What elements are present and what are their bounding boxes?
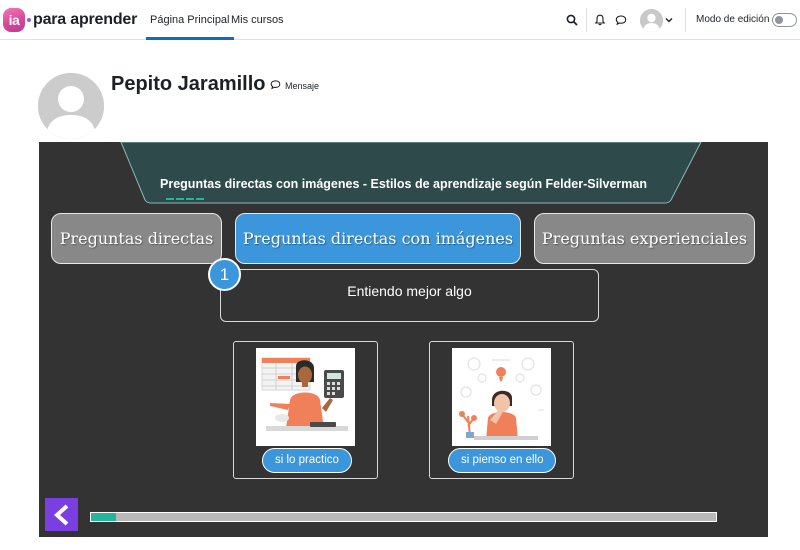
question-number-badge: 1 bbox=[208, 258, 241, 291]
top-navbar: ia para aprender Página Principal Mis cu… bbox=[0, 0, 800, 40]
woman-calculator-illustration bbox=[256, 348, 355, 446]
nav-divider bbox=[685, 8, 686, 32]
message-label: Mensaje bbox=[285, 80, 320, 91]
option-button-think[interactable]: si pienso en ello bbox=[448, 448, 557, 473]
tab-experiential-questions[interactable]: Preguntas experienciales bbox=[534, 213, 755, 264]
question-box: Entiendo mejor algo bbox=[220, 269, 599, 322]
title-underline bbox=[166, 198, 204, 200]
option-card[interactable]: si pienso en ello bbox=[429, 341, 574, 479]
option-card[interactable]: si lo practico bbox=[233, 341, 378, 479]
back-button[interactable] bbox=[45, 498, 78, 531]
search-icon[interactable] bbox=[564, 12, 580, 28]
message-link[interactable]: Mensaje bbox=[270, 79, 319, 92]
nav-home-link[interactable]: Página Principal bbox=[146, 0, 234, 40]
chat-icon bbox=[270, 79, 281, 92]
logo-dot bbox=[27, 18, 31, 22]
site-logo[interactable]: ia para aprender bbox=[3, 7, 137, 33]
edit-mode-label: Modo de edición bbox=[696, 14, 770, 25]
nav-my-courses-link[interactable]: Mis cursos bbox=[231, 0, 284, 40]
activity-title: Preguntas directas con imágenes - Estilo… bbox=[160, 177, 647, 191]
profile-avatar bbox=[38, 73, 104, 139]
chevron-down-icon[interactable] bbox=[664, 12, 674, 28]
logo-badge: ia bbox=[3, 8, 25, 32]
chat-icon[interactable] bbox=[613, 12, 629, 28]
logo-text: para aprender bbox=[33, 11, 138, 28]
bell-icon[interactable] bbox=[592, 12, 608, 28]
profile-name: Pepito Jaramillo bbox=[111, 73, 266, 95]
question-text: Entiendo mejor algo bbox=[347, 283, 472, 299]
progress-bar bbox=[90, 512, 717, 522]
man-thinking-illustration bbox=[452, 348, 551, 446]
title-banner bbox=[120, 142, 702, 204]
edit-mode-toggle[interactable] bbox=[772, 13, 797, 27]
tab-direct-questions-images[interactable]: Preguntas directas con imágenes bbox=[235, 213, 521, 264]
option-button-practice[interactable]: si lo practico bbox=[262, 448, 352, 473]
user-avatar[interactable] bbox=[640, 9, 663, 32]
tab-direct-questions[interactable]: Preguntas directas bbox=[51, 213, 222, 264]
nav-divider bbox=[586, 8, 587, 32]
progress-fill bbox=[91, 513, 116, 521]
activity-stage: Preguntas directas con imágenes - Estilo… bbox=[39, 142, 768, 537]
chevron-left-icon bbox=[53, 504, 68, 525]
